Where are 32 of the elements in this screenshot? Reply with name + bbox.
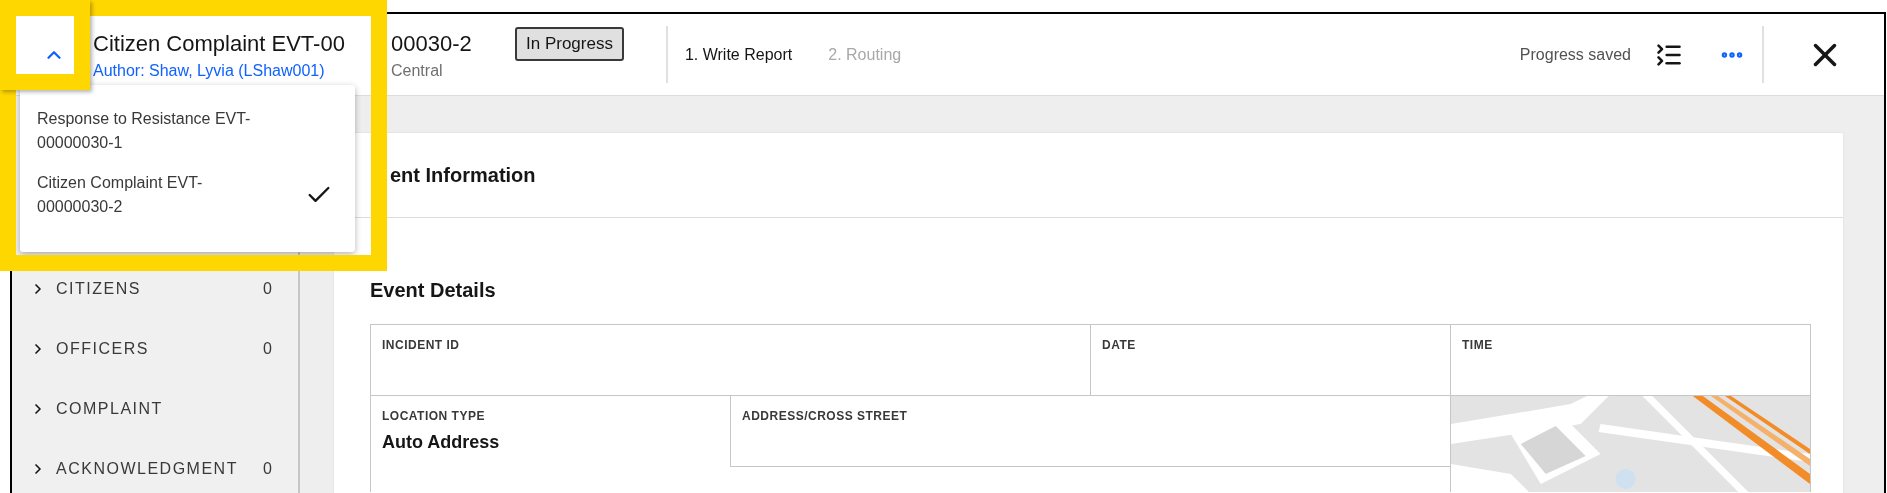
- card-title: ent Information: [390, 163, 536, 188]
- author-link[interactable]: Author: Shaw, Lyvia (LShaw001): [93, 61, 325, 79]
- item-count: 0: [263, 459, 272, 479]
- field-label: DATE: [1102, 337, 1137, 354]
- sidebar-label: OFFICERS: [56, 339, 150, 359]
- sidebar-label: ACKNOWLEDGMENT: [56, 459, 239, 479]
- item-count: 0: [263, 279, 272, 299]
- report-title: 00030-2: [391, 29, 472, 58]
- sidebar-item[interactable]: ACKNOWLEDGMENT 0: [12, 439, 298, 493]
- field-label: INCIDENT ID: [382, 337, 461, 354]
- sidebar-item[interactable]: COMPLAINT: [12, 379, 298, 439]
- section-heading: Event Details: [370, 278, 497, 303]
- form-field[interactable]: INCIDENT ID: [370, 325, 1090, 396]
- field-label: ADDRESS/CROSS STREET: [742, 408, 909, 425]
- menu-item-label: Response to Resistance EVT-00000030-1: [37, 109, 252, 153]
- menu-item[interactable]: Response to Resistance EVT-00000030-1: [20, 107, 355, 155]
- field-value: Auto Address: [382, 431, 501, 454]
- field-label: LOCATION TYPE: [382, 408, 486, 425]
- report-title: Citizen Complaint EVT-00: [93, 30, 345, 56]
- sidebar-label: COMPLAINT: [56, 399, 164, 419]
- step-tab[interactable]: 1. Write Report: [684, 42, 793, 67]
- form-field[interactable]: DATE: [1090, 325, 1450, 396]
- item-count: 0: [263, 339, 272, 359]
- sidebar-item[interactable]: CITIZENS 0: [12, 259, 298, 319]
- save-status: Progress saved: [1519, 44, 1631, 65]
- sidebar-item[interactable]: OFFICERS 0: [12, 319, 298, 379]
- district-label: Central: [391, 60, 443, 81]
- sidebar-label: CITIZENS: [56, 279, 142, 299]
- menu-item[interactable]: Citizen Complaint EVT-00000030-2: [20, 171, 355, 219]
- field-label: TIME: [1462, 337, 1494, 354]
- menu-item-label: Citizen Complaint EVT-00000030-2: [37, 173, 204, 217]
- status-badge: In Progress: [515, 26, 624, 61]
